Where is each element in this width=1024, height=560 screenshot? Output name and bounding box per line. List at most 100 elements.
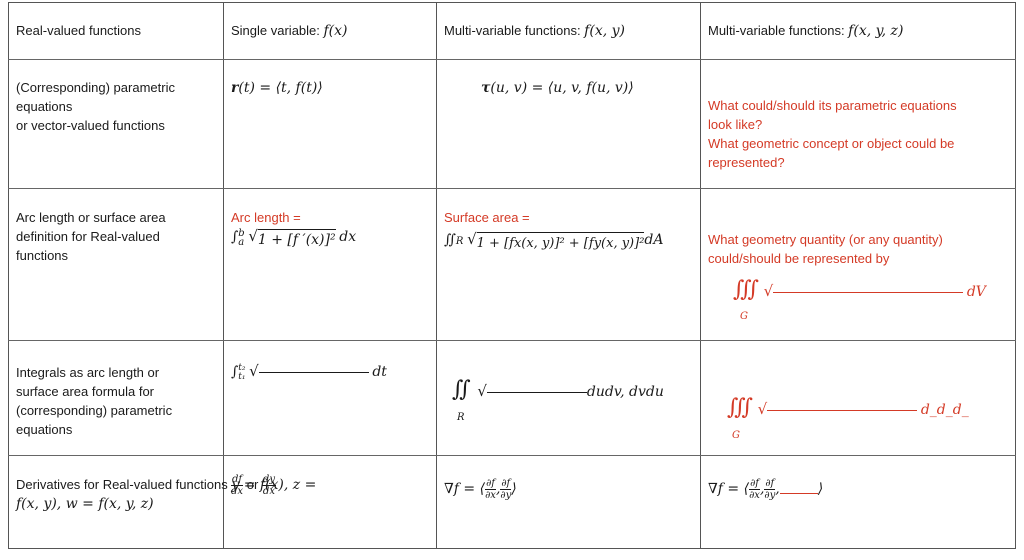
label-line: Integrals as arc length or: [16, 365, 160, 380]
empty-radicand: [767, 410, 918, 412]
single-var-derivative: df dx or dy dx: [231, 474, 276, 497]
denominator: ∂x: [749, 490, 760, 501]
sqrt-icon: √: [763, 282, 774, 300]
three-var-parametric-question: What could/should its parametric equatio…: [708, 96, 957, 172]
sqrt-icon: √: [477, 382, 487, 400]
row-label-parametric-integrals: Integrals as arc length or surface area …: [16, 363, 172, 439]
gradient-prefix: ∇f = ⟨: [708, 480, 750, 497]
single-var-parametric: r(t) = ⟨t, f(t)⟩: [231, 78, 323, 98]
question-line: could/should be represented by: [708, 251, 890, 266]
gradient-suffix: ⟩: [817, 480, 824, 497]
fraction: ∂f ∂x: [485, 478, 496, 501]
label-line: surface area formula for: [16, 384, 155, 399]
column-divider: [436, 2, 437, 549]
numerator: dy: [261, 474, 276, 486]
denominator: dx: [262, 486, 275, 497]
header-single-variable: Single variable: f(x): [231, 21, 348, 41]
row-divider: [8, 188, 1016, 189]
triple-integral-symbol: ∭: [733, 277, 759, 302]
formula-title: Surface area =: [444, 210, 530, 225]
region-label: G: [732, 430, 740, 441]
label-line: Derivatives for Real-valued functions: [16, 477, 232, 492]
vector-symbol: τ: [481, 80, 491, 96]
two-var-surface-area: Surface area = ∬R √1 + [fx(x, y)]² + [fy…: [444, 208, 663, 253]
differential: dA: [644, 232, 664, 248]
fraction: ∂f ∂x: [749, 478, 760, 501]
double-integral-symbol: ∬: [452, 377, 471, 402]
label-line: or vector-valued functions: [16, 118, 165, 133]
two-var-gradient: ∇f = ⟨ ∂f ∂x, ∂f ∂y ⟩: [444, 478, 517, 501]
label-line: Arc length or surface area: [16, 210, 166, 225]
integral-symbol: ∫: [231, 229, 239, 245]
radicand: 1 + [fx(x, y)]² + [fy(x, y)]²: [476, 232, 645, 253]
numerator: df: [231, 474, 244, 486]
header-three-variable: Multi-variable functions: f(x, y, z): [708, 21, 903, 41]
three-var-quantity-question: What geometry quantity (or any quantity)…: [708, 230, 943, 268]
equation: (u, v) = ⟨u, v, f(u, v)⟩: [490, 80, 634, 96]
question-line: What could/should its parametric equatio…: [708, 98, 957, 113]
sqrt-icon: √: [248, 227, 258, 245]
fraction: ∂f ∂y: [764, 478, 776, 501]
label-line: (corresponding) parametric: [16, 403, 173, 418]
gradient-suffix: ⟩: [511, 480, 517, 497]
single-var-arc-length: Arc length = ∫ b a √1 + [f ′(x)]² dx: [231, 208, 356, 250]
header-text: Multi-variable functions:: [708, 23, 849, 38]
differential: dx: [339, 229, 357, 245]
numerator: ∂f: [485, 478, 496, 490]
lower-limit: t₁: [238, 371, 246, 382]
formula-title: Arc length =: [231, 210, 301, 225]
empty-radicand: [773, 292, 964, 294]
header-math: f(x): [323, 23, 348, 39]
header-text: Multi-variable functions:: [444, 23, 585, 38]
header-text: Single variable:: [231, 23, 324, 38]
sqrt-icon: √: [249, 362, 259, 380]
label-line: definition for Real-valued: [16, 229, 160, 244]
label-line: (Corresponding) parametric: [16, 80, 175, 95]
denominator: ∂x: [485, 490, 496, 501]
numerator: ∂f: [764, 478, 776, 490]
row-label-parametric: (Corresponding) parametric equations or …: [16, 78, 175, 135]
region-label: G: [740, 311, 748, 322]
two-var-parametric-integral: ∬ √ dudv, dvdu R: [452, 377, 664, 424]
differential: dt: [372, 364, 387, 380]
fraction: ∂f ∂y: [500, 478, 512, 501]
differential: d_d_d_: [920, 402, 969, 418]
numerator: ∂f: [749, 478, 760, 490]
row-divider: [8, 340, 1016, 341]
row-label-arc-length-definition: Arc length or surface area definition fo…: [16, 208, 166, 265]
header-math: f(x, y, z): [848, 23, 904, 39]
empty-radicand: [486, 392, 587, 394]
sqrt-icon: √: [757, 400, 768, 418]
three-var-parametric-integral: ∭ √ d_d_d_ G: [727, 395, 969, 442]
fraction: dy dx: [261, 474, 276, 497]
region-label: R: [457, 412, 465, 423]
differential: dV: [966, 284, 986, 300]
column-divider: [223, 2, 224, 549]
row-divider: [8, 59, 1016, 60]
denominator: ∂y: [500, 490, 512, 501]
question-line: What geometry quantity (or any quantity): [708, 232, 943, 247]
fraction: df dx: [231, 474, 244, 497]
triple-integral-symbol: ∭: [727, 395, 753, 420]
empty-radicand: [258, 372, 369, 374]
lower-limit: a: [238, 236, 245, 248]
denominator: ∂y: [764, 490, 776, 501]
denominator: dx: [231, 486, 244, 497]
question-line: look like?: [708, 117, 763, 132]
region-label: R: [455, 236, 464, 247]
label-line: functions: [16, 248, 69, 263]
header-two-variable: Multi-variable functions: f(x, y): [444, 21, 625, 41]
header-text: Real-valued functions: [16, 23, 142, 38]
header-real-valued-functions: Real-valued functions: [16, 21, 141, 40]
three-var-gradient: ∇f = ⟨ ∂f ∂x, ∂f ∂y, ⟩: [708, 478, 824, 501]
differential: dudv, dvdu: [586, 384, 664, 400]
two-var-parametric: τ(u, v) = ⟨u, v, f(u, v)⟩: [481, 78, 634, 98]
or-text: or: [246, 476, 259, 492]
numerator: ∂f: [500, 478, 512, 490]
column-divider: [700, 2, 701, 549]
label-math: f(x, y), w = f(x, y, z): [16, 496, 154, 512]
radicand: 1 + [f ′(x)]²: [257, 229, 336, 250]
three-var-triple-integral: ∭ √ dV G: [733, 277, 986, 323]
integral-symbol: ∫: [231, 364, 239, 380]
row-divider: [8, 455, 1016, 456]
